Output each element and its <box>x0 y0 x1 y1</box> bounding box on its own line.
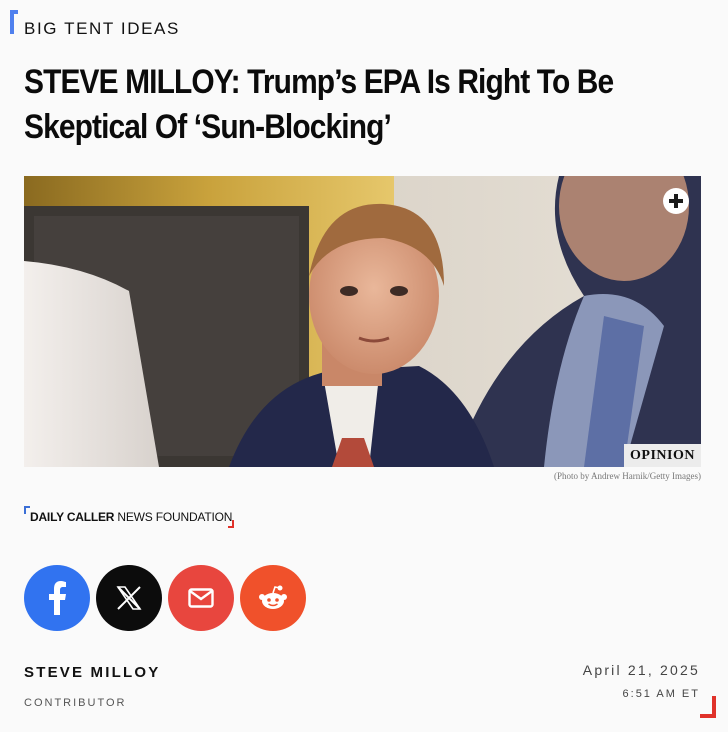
publish-time: 6:51 AM ET <box>622 688 700 700</box>
mail-icon <box>188 588 214 608</box>
share-x-button[interactable] <box>96 565 162 631</box>
publish-date: April 21, 2025 <box>582 662 700 678</box>
share-reddit-button[interactable] <box>240 565 306 631</box>
expand-image-plus-icon[interactable] <box>663 188 689 214</box>
dcnf-bold-text: DAILY CALLER <box>30 510 115 524</box>
corner-bracket-icon <box>700 696 716 718</box>
hero-image: OPINION <box>24 176 701 467</box>
dcnf-bracket-right <box>228 520 234 528</box>
x-icon <box>116 586 142 610</box>
author-role: CONTRIBUTOR <box>24 697 127 709</box>
photo-credit: (Photo by Andrew Harnik/Getty Images) <box>554 471 701 481</box>
facebook-icon <box>49 581 66 615</box>
dcnf-logo[interactable]: DAILY CALLER NEWS FOUNDATION <box>24 506 234 528</box>
headline-line-1: STEVE MILLOY: Trump’s EPA Is Right To Be <box>24 63 614 101</box>
hero-photo <box>24 176 701 467</box>
article-headline: STEVE MILLOY: Trump’s EPA Is Right To Be… <box>24 60 693 150</box>
opinion-tag: OPINION <box>624 444 701 467</box>
category-label: BIG TENT IDEAS <box>24 19 180 38</box>
dcnf-logo-text: DAILY CALLER NEWS FOUNDATION <box>30 510 232 524</box>
reddit-icon <box>259 585 287 609</box>
headline-line-2: Skeptical Of ‘Sun-Blocking’ <box>24 108 392 146</box>
share-bar <box>24 565 306 631</box>
share-facebook-button[interactable] <box>24 565 90 631</box>
dcnf-rest-text: NEWS FOUNDATION <box>114 510 233 524</box>
category-bracket-icon <box>10 10 18 34</box>
share-email-button[interactable] <box>168 565 234 631</box>
author-name[interactable]: STEVE MILLOY <box>24 664 160 681</box>
